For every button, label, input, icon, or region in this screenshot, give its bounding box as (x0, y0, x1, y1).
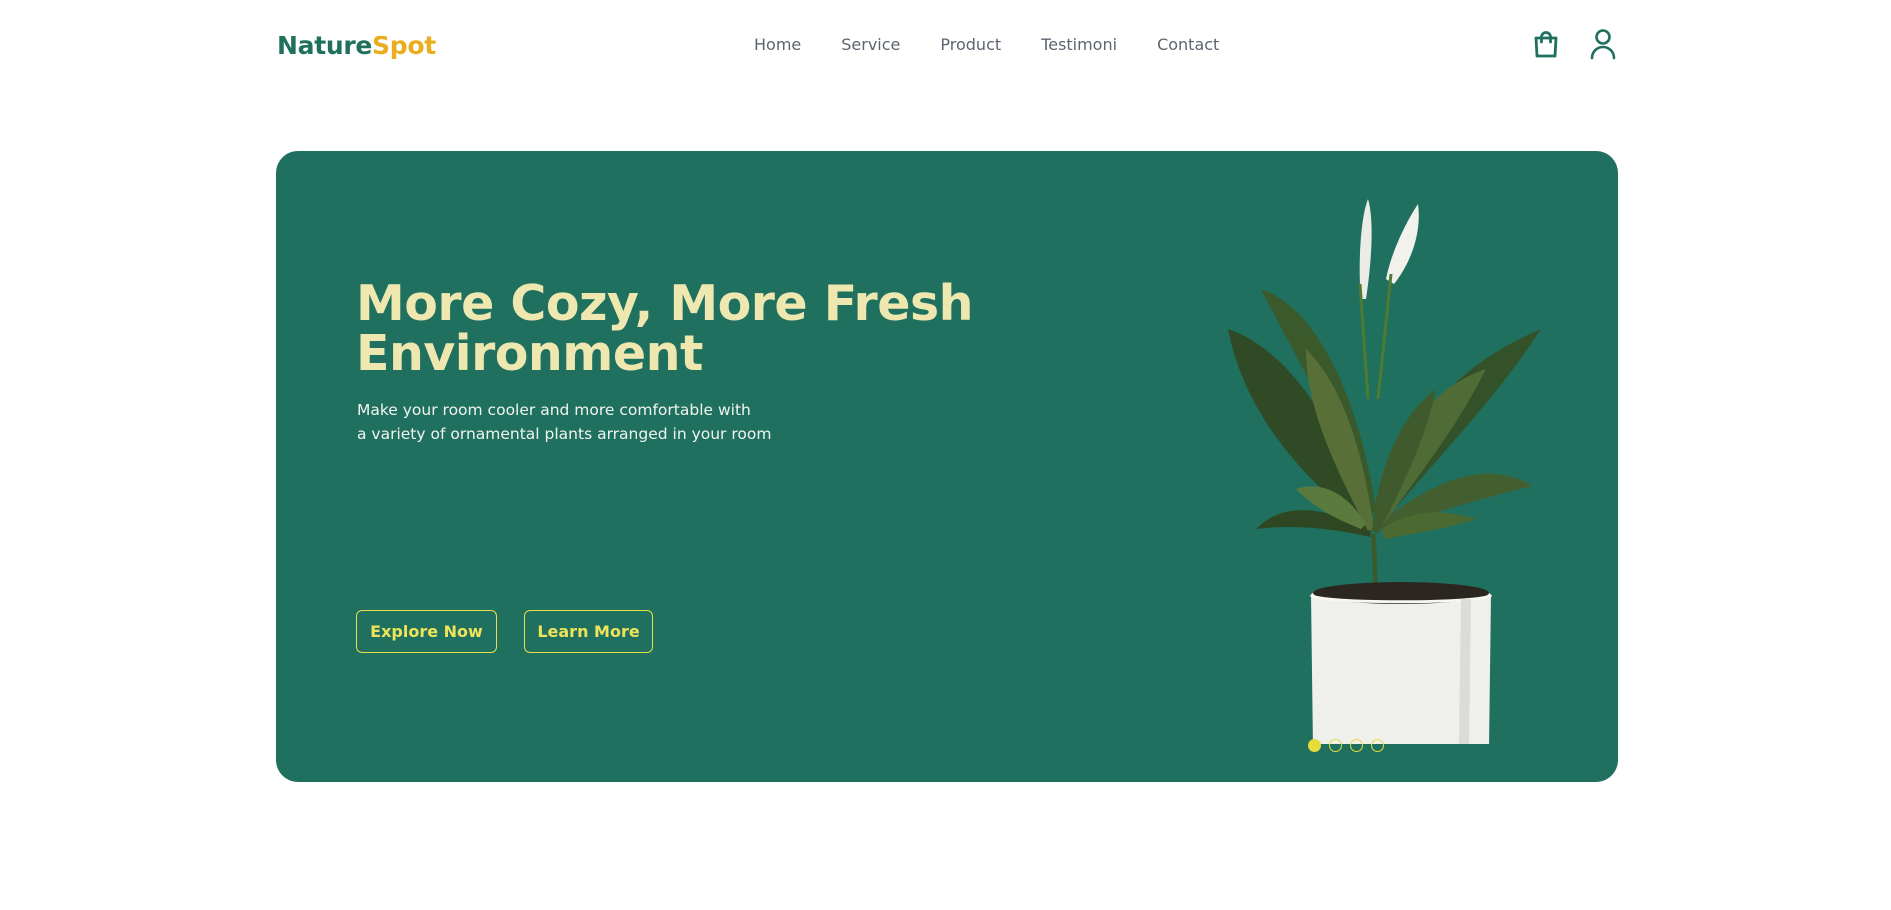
shopping-bag-icon (1534, 31, 1558, 58)
account-button[interactable] (1587, 28, 1619, 60)
learn-more-button[interactable]: Learn More (524, 610, 653, 653)
site-header: NatureSpot Home Service Product Testimon… (0, 0, 1891, 90)
carousel-indicators (1308, 739, 1384, 752)
logo-spot: Spot (372, 31, 436, 60)
hero-subtitle-line1: Make your room cooler and more comfortab… (357, 401, 751, 419)
hero-title-line1: More Cozy, More Fresh (356, 275, 974, 332)
carousel-dot-1[interactable] (1308, 739, 1321, 752)
cart-button[interactable] (1530, 28, 1562, 60)
logo[interactable]: NatureSpot (277, 30, 436, 62)
carousel-dot-3[interactable] (1350, 739, 1363, 752)
hero-subtitle-line2: a variety of ornamental plants arranged … (357, 425, 772, 443)
nav-contact[interactable]: Contact (1157, 33, 1219, 57)
carousel-dot-2[interactable] (1329, 739, 1342, 752)
explore-now-button[interactable]: Explore Now (356, 610, 497, 653)
nav-product[interactable]: Product (940, 33, 1001, 57)
hero-subtitle: Make your room cooler and more comfortab… (357, 398, 777, 446)
hero-banner: More Cozy, More Fresh Environment Make y… (276, 151, 1618, 782)
user-icon (1590, 29, 1616, 60)
hero-title: More Cozy, More Fresh Environment (356, 279, 976, 379)
potted-plant-image (1228, 199, 1541, 744)
main-nav: Home Service Product Testimoni Contact (754, 33, 1219, 57)
nav-testimoni[interactable]: Testimoni (1041, 33, 1117, 57)
nav-home[interactable]: Home (754, 33, 801, 57)
hero-title-line2: Environment (356, 325, 703, 382)
carousel-dot-4[interactable] (1371, 739, 1384, 752)
logo-nature: Nature (277, 31, 373, 60)
nav-service[interactable]: Service (841, 33, 900, 57)
